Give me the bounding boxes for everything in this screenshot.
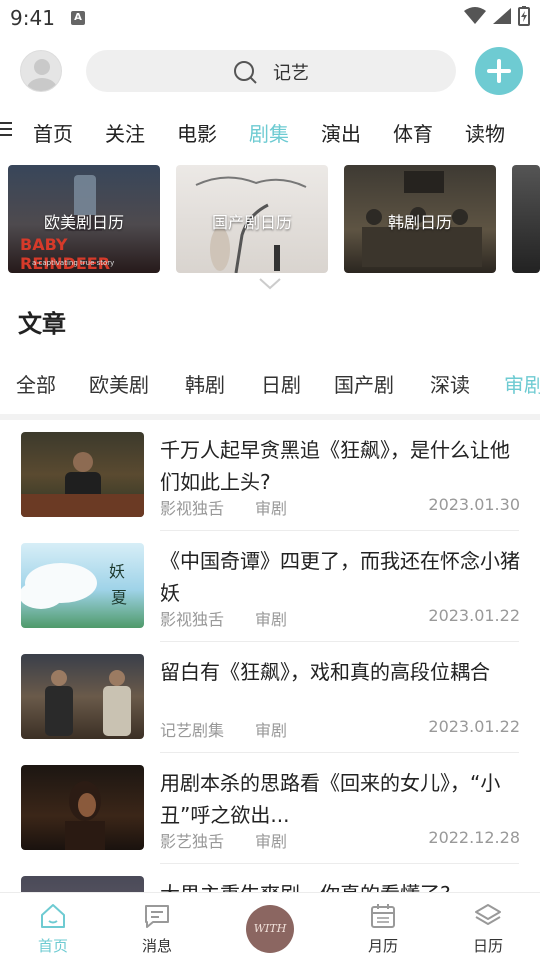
svg-text:妖: 妖	[109, 562, 125, 581]
filter-deep-read[interactable]: 深读	[430, 369, 470, 398]
center-with-button[interactable]: WITH	[246, 905, 294, 953]
article-thumbnail	[21, 432, 144, 517]
category-tab-follow[interactable]: 关注	[105, 118, 145, 147]
article-meta: 影视独舌 审剧 2023.01.30	[160, 495, 520, 519]
article-meta: 影艺独舌 审剧 2022.12.28	[160, 828, 520, 852]
filter-korean[interactable]: 韩剧	[185, 369, 225, 398]
calendar-card-western[interactable]: 欧美剧日历 BABY REINDEER a captivating true s…	[8, 165, 160, 273]
category-tab-shows[interactable]: 演出	[321, 118, 361, 147]
card-label: 韩剧日历	[387, 213, 452, 232]
filter-western[interactable]: 欧美剧	[89, 369, 149, 398]
category-tab-series[interactable]: 剧集	[249, 118, 289, 147]
article-meta: 记艺剧集 审剧 2023.01.22	[160, 717, 520, 741]
article-source: 记艺剧集	[160, 721, 225, 740]
article-thumbnail	[21, 876, 144, 892]
article-title: 《中国奇谭》四更了，而我还在怀念小猪妖	[160, 549, 520, 605]
tab-label: 首页	[37, 937, 68, 955]
bottom-tab-bar: 首页 消息 WITH 月历 日历	[0, 892, 540, 960]
article-date: 2022.12.28	[428, 828, 520, 847]
expand-chevron-down-icon[interactable]	[258, 277, 282, 291]
avatar-person-icon	[27, 59, 57, 91]
add-button[interactable]	[475, 47, 523, 95]
thumbnail-man-image	[21, 452, 144, 517]
calendar-icon	[371, 904, 395, 928]
filter-all[interactable]: 全部	[16, 369, 56, 398]
article-date: 2023.01.22	[428, 717, 520, 736]
article-title: 大男主重生爽剧，你真的看懂了?	[160, 878, 520, 892]
notification-badge-icon: A	[71, 11, 85, 25]
article-category: 审剧	[255, 721, 288, 740]
thumbnail-two-men-image	[45, 670, 131, 736]
article-item[interactable]: 妖 夏 《中国奇谭》四更了，而我还在怀念小猪妖 影视独舌 审剧 2023.01.…	[0, 531, 540, 642]
tab-label: 消息	[141, 937, 172, 955]
article-category: 审剧	[255, 610, 288, 629]
article-title: 留白有《狂飙》，戏和真的高段位耦合	[160, 660, 490, 684]
category-nav: 首页 关注 电影 剧集 演出 体育 读物	[0, 112, 540, 152]
status-icons	[464, 6, 530, 26]
category-tab-sports[interactable]: 体育	[393, 118, 433, 147]
category-tab-movie[interactable]: 电影	[177, 118, 217, 147]
search-text: 记艺	[273, 63, 309, 84]
article-source: 影艺独舌	[160, 832, 225, 851]
poster-title-text: BABY REINDEER	[20, 235, 111, 273]
filter-japanese[interactable]: 日剧	[261, 369, 301, 398]
card-label: 欧美剧日历	[43, 213, 124, 232]
tab-messages[interactable]: 消息	[117, 903, 197, 956]
article-list: 千万人起早贪黑追《狂飙》，是什么让他们如此上头? 影视独舌 审剧 2023.01…	[0, 420, 540, 892]
menu-icon[interactable]	[0, 122, 12, 140]
article-item[interactable]: 大男主重生爽剧，你真的看懂了?	[0, 864, 540, 892]
category-tab-reading[interactable]: 读物	[465, 118, 505, 147]
article-category: 审剧	[255, 499, 288, 518]
article-thumbnail: 妖 夏	[21, 543, 144, 628]
article-item[interactable]: 千万人起早贪黑追《狂飙》，是什么让他们如此上头? 影视独舌 审剧 2023.01…	[0, 420, 540, 531]
article-source: 影视独舌	[160, 499, 225, 518]
calendar-cards: 欧美剧日历 BABY REINDEER a captivating true s…	[0, 163, 540, 275]
filter-review[interactable]: 审剧	[504, 369, 540, 398]
battery-icon	[518, 6, 530, 26]
calendar-card-partial[interactable]	[512, 165, 540, 273]
tab-monthly-calendar[interactable]: 月历	[343, 903, 423, 956]
articles-section-title: 文章	[18, 310, 66, 338]
thumbnail-cloud-image: 妖 夏	[21, 562, 127, 609]
tab-home[interactable]: 首页	[13, 903, 93, 956]
home-icon	[41, 904, 65, 928]
layers-icon	[475, 904, 501, 925]
wifi-icon	[464, 7, 486, 24]
user-avatar[interactable]	[20, 50, 62, 92]
article-meta: 影视独舌 审剧 2023.01.22	[160, 606, 520, 630]
svg-text:夏: 夏	[111, 588, 127, 607]
search-bar[interactable]: 记艺	[86, 50, 456, 92]
tab-label: 日历	[472, 937, 503, 955]
status-bar: 9:41 A	[0, 0, 540, 36]
article-thumbnail	[21, 765, 144, 850]
article-filters: 全部 欧美剧 韩剧 日剧 国产剧 深读 审剧	[0, 366, 540, 402]
article-category: 审剧	[255, 832, 288, 851]
message-icon	[145, 905, 169, 928]
article-item[interactable]: 留白有《狂飙》，戏和真的高段位耦合 记艺剧集 审剧 2023.01.22	[0, 642, 540, 753]
tab-label: 月历	[367, 937, 398, 955]
tab-daily-calendar[interactable]: 日历	[448, 903, 528, 956]
signal-icon	[493, 8, 511, 24]
calendar-card-korean[interactable]: 韩剧日历	[344, 165, 496, 273]
thumbnail-woman-image	[65, 781, 105, 850]
article-date: 2023.01.30	[428, 495, 520, 514]
article-title: 用剧本杀的思路看《回来的女儿》，“小丑”呼之欲出...	[160, 771, 501, 827]
search-icon	[234, 61, 257, 84]
category-tab-home[interactable]: 首页	[33, 118, 73, 147]
article-thumbnail	[21, 654, 144, 739]
article-item[interactable]: 用剧本杀的思路看《回来的女儿》，“小丑”呼之欲出... 影艺独舌 审剧 2022…	[0, 753, 540, 864]
article-source: 影视独舌	[160, 610, 225, 629]
calendar-card-chinese[interactable]: 国产剧日历	[176, 165, 328, 273]
article-title: 千万人起早贪黑追《狂飙》，是什么让他们如此上头?	[160, 438, 510, 494]
filter-chinese[interactable]: 国产剧	[334, 369, 394, 398]
status-time: 9:41	[10, 6, 55, 30]
article-date: 2023.01.22	[428, 606, 520, 625]
poster-subtitle-text: a captivating true story	[32, 259, 115, 267]
card-label: 国产剧日历	[211, 213, 292, 232]
